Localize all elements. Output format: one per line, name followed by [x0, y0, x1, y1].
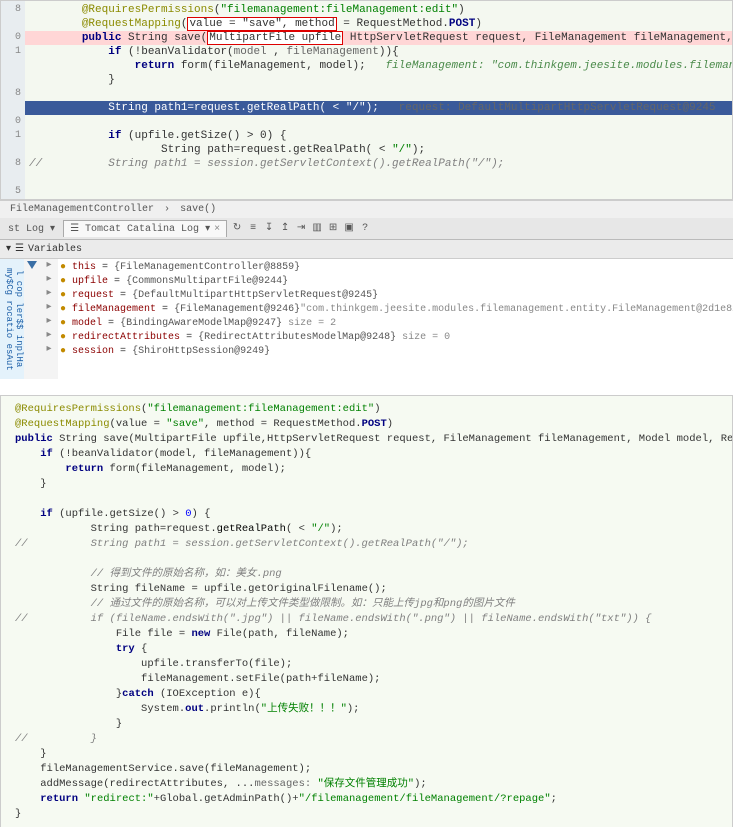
chevron-icon: ▾	[50, 224, 55, 235]
code-line[interactable]: }	[11, 717, 722, 732]
code-line[interactable]: // }	[11, 732, 722, 747]
code-line[interactable]: }	[25, 73, 732, 87]
toolbar-icon[interactable]: ↥	[277, 220, 293, 236]
code-line[interactable]: }	[11, 477, 722, 492]
breadcrumb: FileManagementController › save()	[0, 200, 733, 218]
breadcrumb-class[interactable]: FileManagementController	[10, 204, 154, 215]
editor-code-area[interactable]: @RequiresPermissions("filemanagement:fil…	[25, 1, 732, 199]
variable-row[interactable]: ● fileManagement = {FileManagement@9246}…	[58, 303, 733, 317]
filter-icon[interactable]	[27, 261, 37, 269]
variable-row[interactable]: ● model = {BindingAwareModelMap@9247} si…	[58, 317, 733, 331]
code-line[interactable]: @RequestMapping(value = "save", method =…	[11, 417, 722, 432]
code-line[interactable]: if (upfile.getSize() > 0) {	[25, 129, 732, 143]
expand-icon[interactable]: ▸	[40, 343, 58, 357]
variable-row[interactable]: ● upfile = {CommonsMultipartFile@9244}	[58, 275, 733, 289]
variable-row[interactable]: ● session = {ShiroHttpSession@9249}	[58, 345, 733, 359]
variable-toggles: ▸▸▸▸▸▸▸	[40, 259, 58, 379]
code-line[interactable]: @RequestMapping(value = "save", method =…	[25, 17, 732, 31]
code-line[interactable]: @RequiresPermissions("filemanagement:fil…	[25, 3, 732, 17]
code-line[interactable]: // String path1 = session.getServletCont…	[11, 537, 722, 552]
code-line[interactable]: @RequiresPermissions("filemanagement:fil…	[11, 402, 722, 417]
toolbar-icon[interactable]: ≡	[245, 221, 261, 237]
expand-icon[interactable]: ▸	[40, 301, 58, 315]
code-line[interactable]: fileManagement.setFile(path+fileName);	[11, 672, 722, 687]
toolbar-icon[interactable]: ⇥	[293, 220, 309, 236]
code-line[interactable]: String path=request.getRealPath( < "/");	[11, 522, 722, 537]
code-line[interactable]	[11, 552, 722, 567]
toolbar-icon[interactable]: ?	[357, 221, 373, 237]
code-line[interactable]: if (!beanValidator(model, fileManagement…	[11, 447, 722, 462]
variables-label: Variables	[28, 244, 82, 255]
variable-row[interactable]: ● request = {DefaultMultipartHttpServlet…	[58, 289, 733, 303]
code-line[interactable]: upfile.transferTo(file);	[11, 657, 722, 672]
variables-header: ▾ ☰ Variables	[0, 240, 733, 259]
code-line[interactable]	[11, 492, 722, 507]
expand-icon[interactable]: ▸	[40, 315, 58, 329]
toolbar-icon[interactable]: ▥	[309, 220, 325, 236]
tab-catalina-log[interactable]: ☰ Tomcat Catalina Log ▾×	[63, 220, 227, 237]
code-line[interactable]: return form(fileManagement, model);	[11, 462, 722, 477]
code-line[interactable]: // 通过文件的原始名称，可以对上传文件类型做限制。如：只能上传jpg和png的…	[11, 597, 722, 612]
code-line[interactable]: System.out.println("上传失败！！！");	[11, 702, 722, 717]
code-line[interactable]: !public String save(MultipartFile upfile…	[25, 31, 732, 45]
code-line[interactable]: }	[11, 807, 722, 822]
code-line[interactable]	[25, 87, 732, 101]
variable-tree[interactable]: ● this = {FileManagementController@8859}…	[58, 259, 733, 379]
code-line[interactable]: String fileName = upfile.getOriginalFile…	[11, 582, 722, 597]
variable-row[interactable]: ● redirectAttributes = {RedirectAttribut…	[58, 331, 733, 345]
code-line[interactable]: public String save(MultipartFile upfile,…	[11, 432, 722, 447]
expand-icon[interactable]: ▸	[40, 329, 58, 343]
expand-icon[interactable]: ▸	[40, 259, 58, 273]
debug-tab-bar: st Log ▾ ☰ Tomcat Catalina Log ▾× ↻≡↧↥⇥▥…	[0, 218, 733, 240]
chevron-icon: ▾	[205, 224, 210, 235]
variables-panel: l cop ler$$ inplHa my$Cg rocatio esAut ▸…	[0, 259, 733, 379]
code-line[interactable]	[25, 115, 732, 129]
code-line[interactable]: File file = new File(path, fileName);	[11, 627, 722, 642]
code-line[interactable]: // if (fileName.endsWith(".jpg") || file…	[11, 612, 722, 627]
code-line[interactable]: // 得到文件的原始名称，如：美女.png	[11, 567, 722, 582]
code-line[interactable]: addMessage(redirectAttributes, ...messag…	[11, 777, 722, 792]
editor-gutter: 80180185	[1, 1, 25, 199]
toolbar-icon[interactable]: ↻	[229, 220, 245, 236]
code-line[interactable]: if (upfile.getSize() > 0) {	[11, 507, 722, 522]
expand-icon[interactable]: ▸	[40, 273, 58, 287]
top-code-editor: 80180185 @RequiresPermissions("filemanag…	[0, 0, 733, 200]
code-line[interactable]: try {	[11, 642, 722, 657]
code-line[interactable]: if (!beanValidator(model , fileManagemen…	[25, 45, 732, 59]
code-line[interactable]	[25, 171, 732, 185]
tab-st-log[interactable]: st Log ▾	[2, 221, 61, 237]
toolbar-icon[interactable]: ▣	[341, 220, 357, 236]
toolbar-icon[interactable]: ↧	[261, 220, 277, 236]
code-line[interactable]: return "redirect:"+Global.getAdminPath()…	[11, 792, 722, 807]
code-line[interactable]: String path=request.getRealPath( < "/");	[25, 143, 732, 157]
code-line[interactable]: }catch (IOException e){	[11, 687, 722, 702]
breadcrumb-sep: ›	[164, 204, 170, 215]
close-icon[interactable]: ×	[214, 224, 220, 235]
variable-row[interactable]: ● this = {FileManagementController@8859}	[58, 261, 733, 275]
breadcrumb-method[interactable]: save()	[180, 204, 216, 215]
code-line[interactable]: // String path1 = session.getServletCont…	[25, 157, 732, 171]
chevron-down-icon[interactable]: ▾	[6, 243, 11, 255]
code-line[interactable]: String path1=request.getRealPath( < "/")…	[25, 101, 732, 115]
frame-side-label: l cop ler$$ inplHa my$Cg rocatio esAut	[0, 259, 24, 379]
toolbar-icon[interactable]: ⊞	[325, 220, 341, 236]
expand-icon[interactable]: ▸	[40, 287, 58, 301]
code-line[interactable]: return form(fileManagement, model); file…	[25, 59, 732, 73]
bottom-code-editor[interactable]: @RequiresPermissions("filemanagement:fil…	[0, 395, 733, 827]
code-line[interactable]: fileManagementService.save(fileManagemen…	[11, 762, 722, 777]
code-line[interactable]: }	[11, 747, 722, 762]
